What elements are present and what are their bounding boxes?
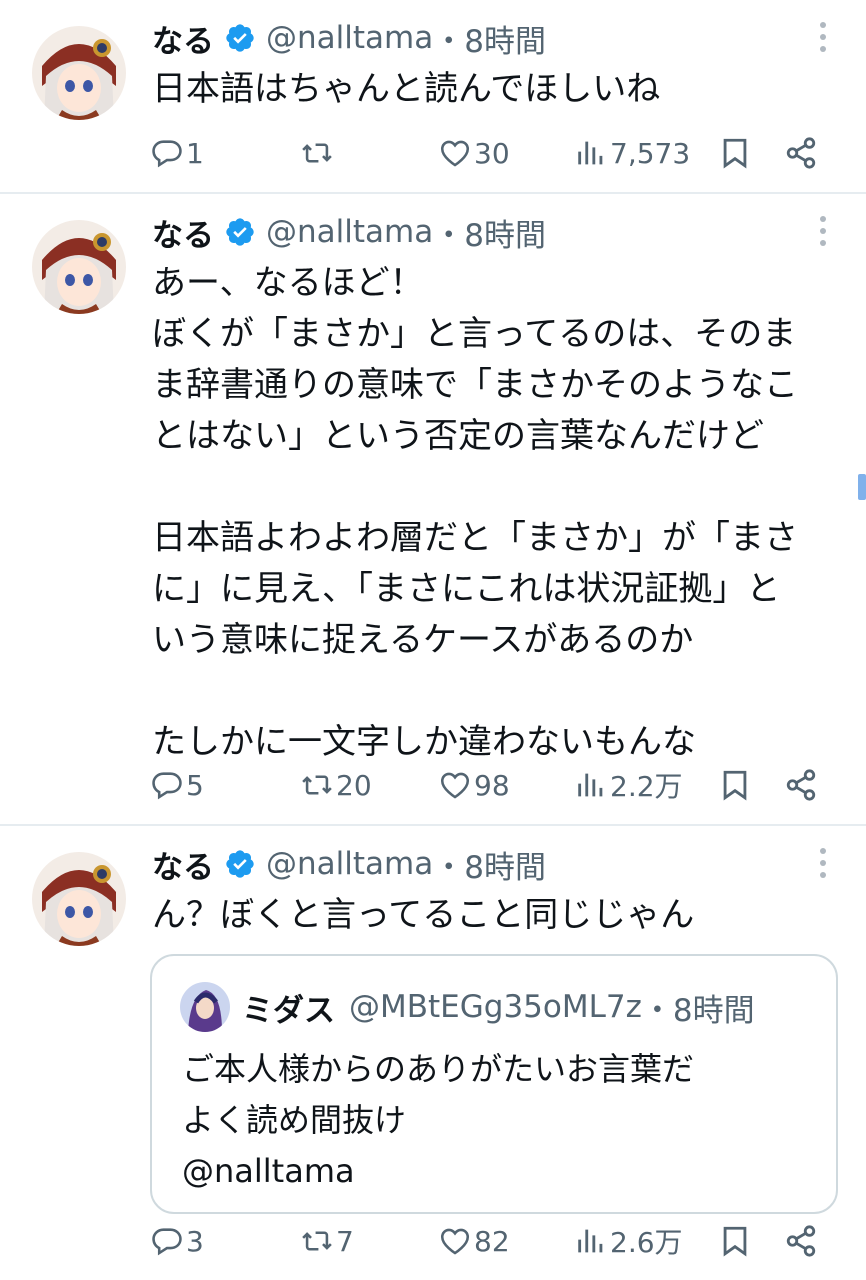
tweet-header: なる @nalltama ・8時間 [152,14,546,62]
heart-icon [438,1224,472,1258]
quoted-avatar [180,982,230,1032]
like-count: 30 [474,136,510,170]
action-bar: 3 7 82 2.6万 [150,1216,826,1266]
user-handle[interactable]: @nalltama [266,846,433,882]
reply-button[interactable]: 1 [150,128,204,178]
views-icon [574,1224,608,1258]
like-button[interactable]: 98 [438,760,510,810]
more-options-icon[interactable] [818,22,828,58]
retweet-button[interactable]: 7 [300,1216,354,1266]
views-icon [574,136,608,170]
action-bar: 5 20 98 2.2万 [150,760,826,810]
avatar[interactable] [32,26,126,120]
like-button[interactable]: 30 [438,128,510,178]
quoted-avatar-image [180,982,230,1032]
display-name[interactable]: なる [152,210,214,255]
quoted-user-handle: @MBtEGg35oML7z [349,989,642,1025]
reply-icon [150,768,184,802]
retweet-icon [300,1224,334,1258]
bookmark-icon [718,768,752,802]
more-options-icon[interactable] [818,216,828,252]
like-button[interactable]: 82 [438,1216,510,1266]
share-icon [784,768,818,802]
user-handle[interactable]: @nalltama [266,214,433,250]
share-button[interactable] [784,1216,818,1266]
reply-icon [150,1224,184,1258]
reply-count: 5 [186,768,204,802]
tweet-header: なる @nalltama ・8時間 [152,208,546,256]
reply-count: 1 [186,136,204,170]
share-button[interactable] [784,128,818,178]
share-icon [784,1224,818,1258]
display-name[interactable]: なる [152,16,214,61]
bookmark-button[interactable] [718,1216,752,1266]
share-button[interactable] [784,760,818,810]
retweet-count: 7 [336,1224,354,1258]
reply-icon [150,136,184,170]
retweet-count: 20 [336,768,372,802]
view-count: 2.2万 [610,770,683,803]
like-count: 98 [474,768,510,802]
retweet-button[interactable] [300,128,336,178]
bookmark-icon [718,136,752,170]
view-count: 2.6万 [610,1226,683,1259]
quoted-tweet-header: ミダス @MBtEGg35oML7z ・8時間 [180,980,755,1034]
retweet-icon [300,136,334,170]
retweet-button[interactable]: 20 [300,760,372,810]
tweet[interactable]: なる @nalltama ・8時間 あー、なるほど！ ぼくが「まさか」と言ってる… [0,194,866,826]
reply-button[interactable]: 3 [150,1216,204,1266]
view-count: 7,573 [610,136,691,170]
quoted-tweet-body: ご本人様からのありがたいお言葉だ よく読め間抜け @nalltama [182,1044,822,1197]
quoted-display-name: ミダス [242,992,335,1029]
avatar-image [32,220,126,314]
quoted-mention-link[interactable]: @nalltama [182,1152,355,1190]
display-name[interactable]: なる [152,842,214,887]
verified-badge-icon [224,22,256,54]
tweet-text: あー、なるほど！ ぼくが「まさか」と言ってるのは、そのま ま辞書通りの意味で「ま… [152,263,798,762]
more-options-icon[interactable] [818,848,828,884]
verified-badge-icon [224,848,256,880]
bookmark-button[interactable] [718,760,752,810]
views-button[interactable]: 2.6万 [574,1216,683,1266]
reply-count: 3 [186,1224,204,1258]
tweet-header: なる @nalltama ・8時間 [152,840,546,888]
timestamp[interactable]: ・8時間 [433,842,546,887]
tweet[interactable]: なる @nalltama ・8時間 日本語はちゃんと読んでほしいね 1 30 7… [0,0,866,194]
quoted-tweet[interactable]: ミダス @MBtEGg35oML7z ・8時間 ご本人様からのありがたいお言葉だ… [150,954,838,1214]
bookmark-icon [718,1224,752,1258]
avatar-image [32,852,126,946]
heart-icon [438,136,472,170]
scrollbar-thumb[interactable] [858,474,866,500]
quoted-tweet-text: ご本人様からのありがたいお言葉だ よく読め間抜け [182,1050,695,1139]
tweet-text: 日本語はちゃんと読んでほしいね [152,69,661,109]
user-handle[interactable]: @nalltama [266,20,433,56]
verified-badge-icon [224,216,256,248]
avatar-image [32,26,126,120]
tweet-text: ん？ぼくと言ってること同じじゃん [152,895,695,935]
retweet-icon [300,768,334,802]
timestamp[interactable]: ・8時間 [433,210,546,255]
reply-button[interactable]: 5 [150,760,204,810]
heart-icon [438,768,472,802]
avatar[interactable] [32,220,126,314]
views-button[interactable]: 7,573 [574,128,690,178]
avatar[interactable] [32,852,126,946]
timestamp[interactable]: ・8時間 [433,16,546,61]
action-bar: 1 30 7,573 [150,128,826,178]
views-icon [574,768,608,802]
views-button[interactable]: 2.2万 [574,760,683,810]
quoted-timestamp: ・8時間 [641,992,755,1029]
like-count: 82 [474,1224,510,1258]
share-icon [784,136,818,170]
bookmark-button[interactable] [718,128,752,178]
tweet[interactable]: なる @nalltama ・8時間 ん？ぼくと言ってること同じじゃん ミダス @… [0,826,866,1280]
